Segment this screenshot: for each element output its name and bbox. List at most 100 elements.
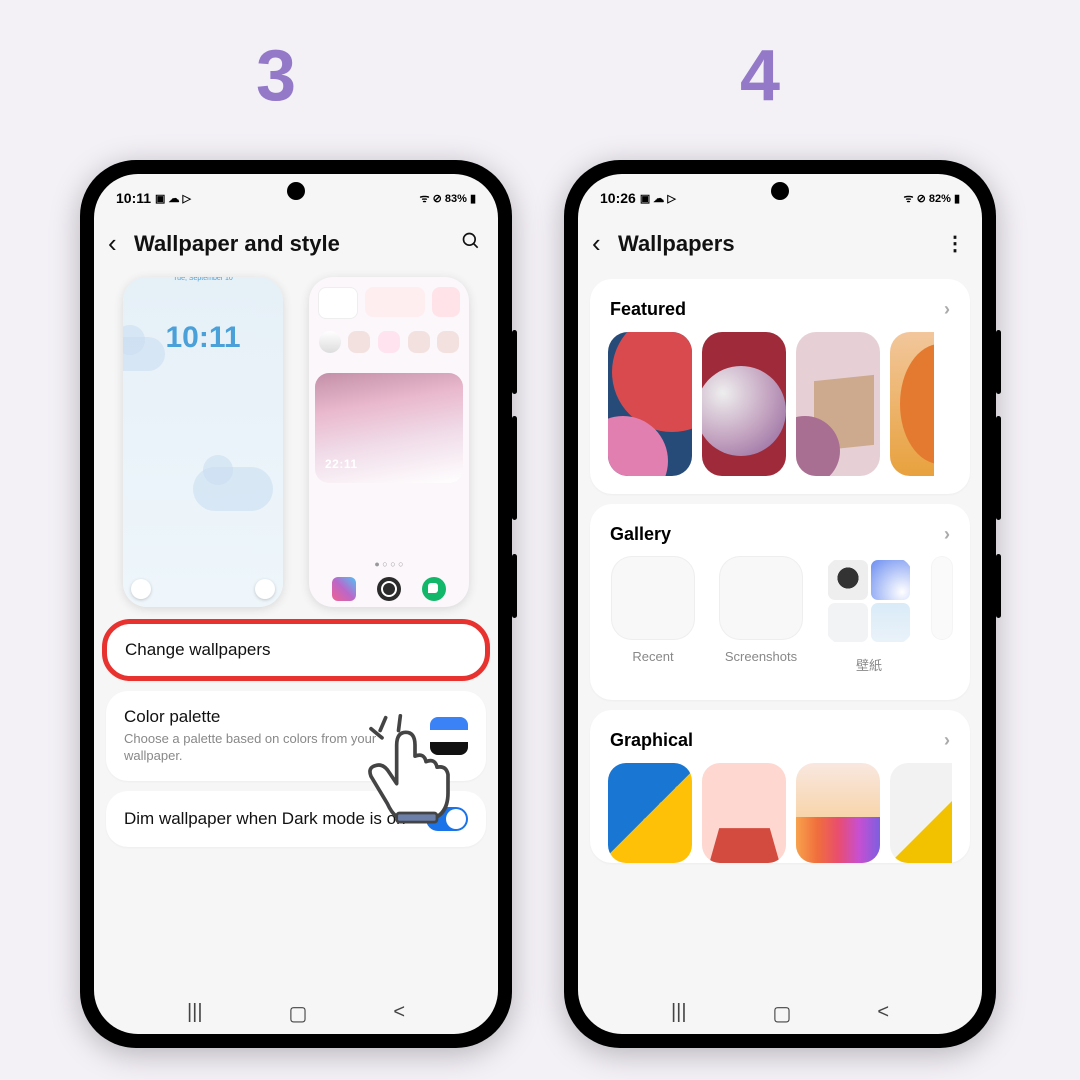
dock [309, 577, 469, 601]
dim-wallpaper-toggle[interactable] [426, 807, 468, 831]
dim-wallpaper-row[interactable]: Dim wallpaper when Dark mode is on [106, 791, 486, 847]
homescreen-preview[interactable]: 22:11 ● ○ ○ ○ [309, 277, 469, 607]
heart-icon [319, 331, 341, 353]
front-camera [771, 182, 789, 200]
app-icon [437, 331, 459, 353]
thumb-icon [828, 603, 868, 643]
app-icon [348, 331, 370, 353]
nav-bar: ||| ▢ < [578, 1001, 982, 1026]
featured-wallpaper[interactable] [890, 332, 934, 476]
gallery-album-label: Screenshots [725, 649, 797, 664]
change-wallpapers-row[interactable]: Change wallpapers [102, 619, 490, 681]
chevron-right-icon[interactable]: › [944, 730, 950, 751]
page-title: Wallpapers [618, 231, 942, 257]
gallery-album-label: 壁紙 [856, 655, 882, 674]
clock-widget: 22:11 [315, 373, 463, 483]
featured-wallpaper[interactable] [702, 332, 786, 476]
status-time: 10:11 [116, 190, 151, 206]
graphical-wallpaper[interactable] [890, 763, 952, 863]
volume-up-button [996, 330, 1001, 394]
featured-wallpaper[interactable] [608, 332, 692, 476]
gallery-section: Gallery › Recent Screenshots [590, 504, 970, 700]
featured-title: Featured [610, 299, 686, 320]
page-header: ‹ Wallpapers ⋮ [578, 218, 982, 269]
color-palette-row[interactable]: Color palette Choose a palette based on … [106, 691, 486, 781]
status-right-icons: ᯤ ⊘ 82% ▮ [904, 191, 961, 206]
nav-home-icon[interactable]: ▢ [773, 1001, 792, 1026]
app-icon [408, 331, 430, 353]
front-camera [287, 182, 305, 200]
gallery-albums: Recent Screenshots 壁紙 [608, 557, 952, 674]
chevron-right-icon[interactable]: › [944, 524, 950, 545]
nav-home-icon[interactable]: ▢ [289, 1001, 308, 1026]
chevron-right-icon[interactable]: › [944, 299, 950, 320]
widget-row [315, 287, 463, 319]
graphical-wallpaper[interactable] [796, 763, 880, 863]
graphical-wallpapers [608, 763, 952, 863]
phone-shortcut-icon [131, 579, 151, 599]
screen: 10:26 ▣ ☁ ▷ ᯤ ⊘ 82% ▮ ‹ Wallpapers ⋮ Fea… [578, 174, 982, 1034]
nav-back-icon[interactable]: < [393, 1001, 405, 1026]
page-header: ‹ Wallpaper and style [94, 218, 498, 269]
status-right-icons: ᯤ ⊘ 83% ▮ [420, 191, 477, 206]
gallery-album-more[interactable] [932, 557, 952, 639]
gallery-album-label: Recent [632, 649, 673, 664]
cloud-decoration [193, 467, 273, 511]
lock-clock: 10:11 [123, 321, 283, 355]
color-palette-title: Color palette [124, 707, 430, 727]
widget-app-icon [432, 287, 460, 317]
settings-app-icon [377, 577, 401, 601]
gallery-album-recent[interactable] [612, 557, 694, 639]
change-wallpapers-label: Change wallpapers [125, 640, 467, 660]
graphical-section: Graphical › [590, 710, 970, 863]
camera-shortcut-icon [255, 579, 275, 599]
featured-section: Featured › [590, 279, 970, 494]
wallpaper-previews: 10:11 Tue, September 10 [106, 277, 486, 607]
page-title: Wallpaper and style [134, 231, 458, 257]
back-icon[interactable]: ‹ [108, 228, 134, 259]
palette-swatch-icon [430, 717, 468, 755]
gallery-album-screenshots[interactable] [720, 557, 802, 639]
home-clock: 22:11 [325, 457, 358, 471]
nav-bar: ||| ▢ < [94, 1001, 498, 1026]
color-palette-sub: Choose a palette based on colors from yo… [124, 731, 430, 765]
dim-wallpaper-label: Dim wallpaper when Dark mode is on [124, 809, 426, 829]
status-time: 10:26 [600, 190, 636, 206]
back-icon[interactable]: ‹ [592, 228, 618, 259]
gallery-app-icon [332, 577, 356, 601]
graphical-wallpaper[interactable] [702, 763, 786, 863]
gallery-title: Gallery [610, 524, 671, 545]
widget-note-icon [365, 287, 425, 317]
phone-step-3: 10:11 ▣ ☁ ▷ ᯤ ⊘ 83% ▮ ‹ Wallpaper and st… [80, 160, 512, 1048]
icon-row [315, 331, 463, 353]
graphical-title: Graphical [610, 730, 693, 751]
status-left-icons: ▣ ☁ ▷ [640, 192, 676, 205]
volume-down-button [512, 416, 517, 520]
featured-wallpaper[interactable] [796, 332, 880, 476]
thumb-icon [871, 603, 911, 643]
nav-back-icon[interactable]: < [877, 1001, 889, 1026]
thumb-icon [871, 560, 911, 600]
screen: 10:11 ▣ ☁ ▷ ᯤ ⊘ 83% ▮ ‹ Wallpaper and st… [94, 174, 498, 1034]
volume-down-button [996, 416, 1001, 520]
status-left-icons: ▣ ☁ ▷ [155, 192, 191, 205]
widget-calendar-icon [318, 287, 358, 319]
graphical-wallpaper[interactable] [608, 763, 692, 863]
phone-app-icon [422, 577, 446, 601]
page-indicator: ● ○ ○ ○ [309, 559, 469, 569]
gallery-album-wallpapers[interactable] [825, 557, 913, 645]
thumb-icon [828, 560, 868, 600]
step-number-3: 3 [256, 35, 296, 117]
app-icon [378, 331, 400, 353]
lockscreen-preview[interactable]: 10:11 Tue, September 10 [123, 277, 283, 607]
lock-date: Tue, September 10 [123, 277, 283, 282]
more-icon[interactable]: ⋮ [942, 231, 968, 256]
featured-wallpapers [608, 332, 952, 476]
volume-up-button [512, 330, 517, 394]
nav-recents-icon[interactable]: ||| [187, 1001, 203, 1026]
step-number-4: 4 [740, 35, 780, 117]
search-icon[interactable] [458, 231, 484, 257]
power-button [996, 554, 1001, 618]
phone-step-4: 10:26 ▣ ☁ ▷ ᯤ ⊘ 82% ▮ ‹ Wallpapers ⋮ Fea… [564, 160, 996, 1048]
nav-recents-icon[interactable]: ||| [671, 1001, 687, 1026]
